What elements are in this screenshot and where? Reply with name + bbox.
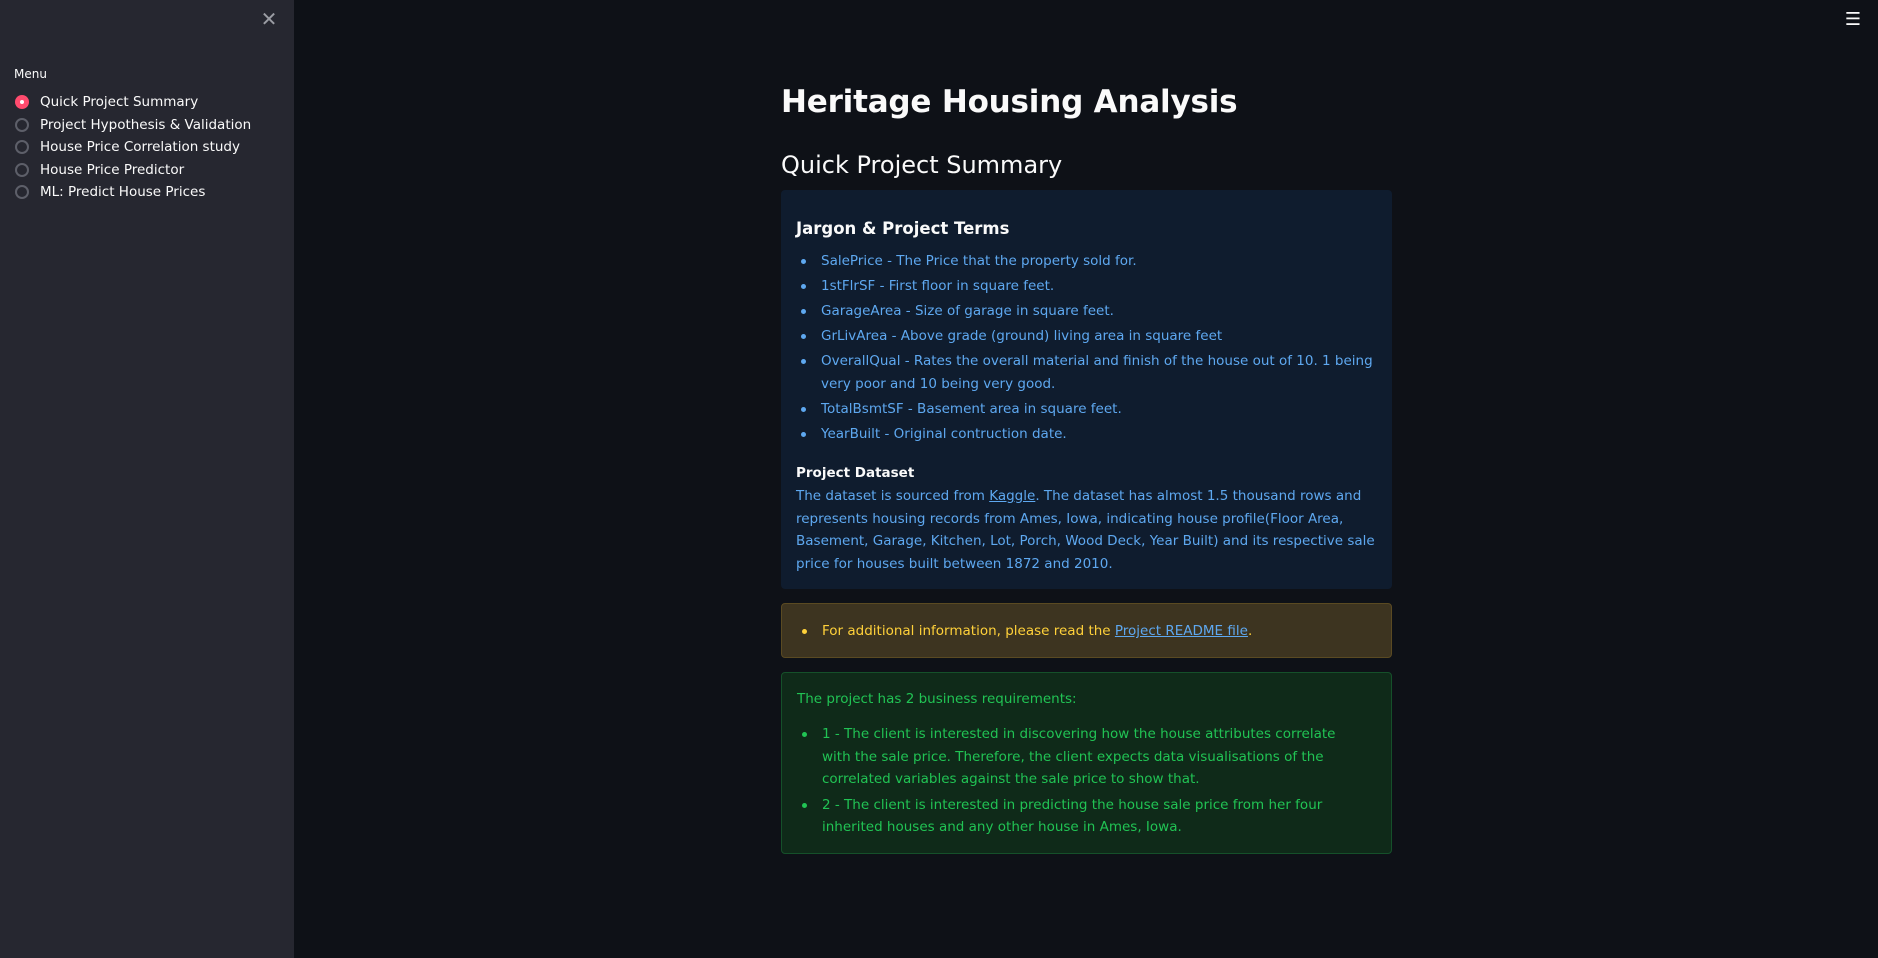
dataset-description: The dataset is sourced from Kaggle. The …: [796, 485, 1381, 575]
list-item: GarageArea - Size of garage in square fe…: [796, 300, 1376, 323]
radio-unselected-icon[interactable]: [15, 140, 29, 155]
dataset-title: Project Dataset: [796, 465, 915, 481]
section-title: Quick Project Summary: [781, 151, 1063, 179]
menu-item-ml-predict[interactable]: ML: Predict House Prices: [14, 181, 284, 204]
terms-list: SalePrice - The Price that the property …: [796, 250, 1376, 448]
list-item: 2 - The client is interested in predicti…: [797, 794, 1367, 839]
menu-item-label: Quick Project Summary: [40, 94, 199, 111]
readme-text-before: For additional information, please read …: [822, 623, 1115, 639]
menu-item-project-hypothesis[interactable]: Project Hypothesis & Validation: [14, 114, 284, 137]
readme-text-after: .: [1247, 623, 1253, 639]
list-item: OverallQual - Rates the overall material…: [796, 350, 1376, 395]
menu-item-label: House Price Predictor: [40, 161, 185, 178]
readme-notice: For additional information, please read …: [822, 620, 1252, 642]
readme-link[interactable]: Project README file: [1115, 623, 1248, 639]
menu-item-label: ML: Predict House Prices: [40, 184, 206, 201]
radio-unselected-icon[interactable]: [15, 162, 29, 177]
page-title: Heritage Housing Analysis: [781, 84, 1238, 120]
requirements-list: 1 - The client is interested in discover…: [797, 723, 1367, 842]
menu-item-correlation-study[interactable]: House Price Correlation study: [14, 136, 284, 159]
success-box: The project has 2 business requirements:…: [781, 672, 1392, 854]
kaggle-link[interactable]: Kaggle: [989, 488, 1035, 504]
close-sidebar-icon[interactable]: ✕: [258, 8, 280, 30]
list-item: YearBuilt - Original contruction date.: [796, 423, 1376, 446]
list-item: TotalBsmtSF - Basement area in square fe…: [796, 398, 1376, 421]
radio-unselected-icon[interactable]: [15, 185, 29, 200]
menu-item-label: House Price Correlation study: [40, 139, 240, 156]
dataset-text-before: The dataset is sourced from: [796, 488, 990, 504]
list-item: SalePrice - The Price that the property …: [796, 250, 1376, 273]
list-item: 1 - The client is interested in discover…: [797, 723, 1367, 791]
list-item: GrLivArea - Above grade (ground) living …: [796, 325, 1376, 348]
app-root: ✕ Menu Quick Project Summary Project Hyp…: [0, 0, 1878, 958]
requirements-intro: The project has 2 business requirements:: [797, 691, 1077, 707]
menu-label: Menu: [14, 67, 47, 81]
menu-item-quick-project-summary[interactable]: Quick Project Summary: [14, 91, 284, 114]
sidebar: ✕ Menu Quick Project Summary Project Hyp…: [0, 0, 294, 958]
menu-item-label: Project Hypothesis & Validation: [40, 116, 252, 133]
warning-box: For additional information, please read …: [781, 603, 1392, 658]
radio-unselected-icon[interactable]: [15, 117, 29, 132]
radio-selected-icon[interactable]: [15, 95, 29, 110]
menu-item-price-predictor[interactable]: House Price Predictor: [14, 159, 284, 182]
list-item: 1stFlrSF - First floor in square feet.: [796, 275, 1376, 298]
info-box: Jargon & Project Terms SalePrice - The P…: [781, 190, 1392, 589]
menu-radio-group: Quick Project Summary Project Hypothesis…: [14, 91, 284, 204]
bullet-icon: [802, 629, 807, 634]
jargon-subheader: Jargon & Project Terms: [796, 219, 1010, 238]
hamburger-menu-icon[interactable]: ☰: [1843, 8, 1863, 32]
